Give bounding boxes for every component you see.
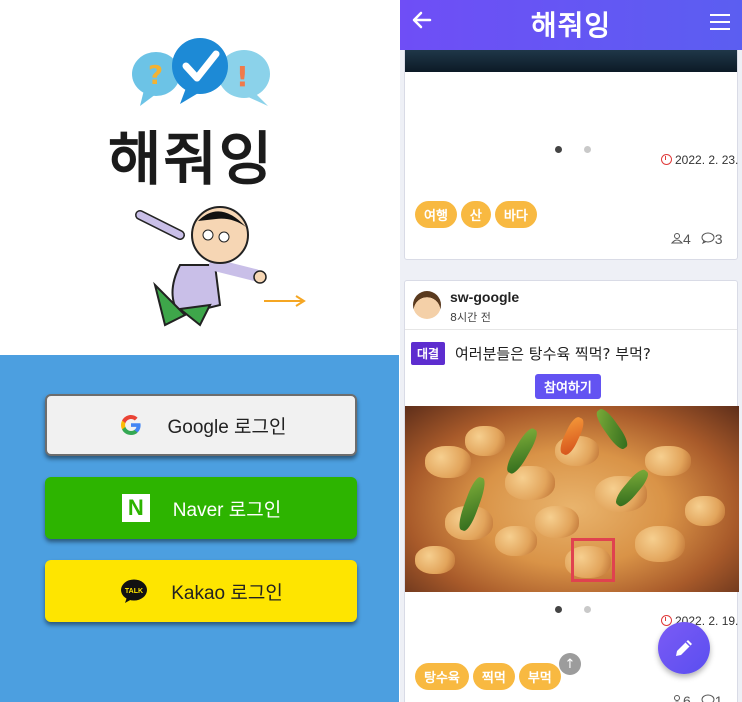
app-title: 해줘잉: [108, 125, 275, 193]
naver-login-label: Naver 로그인: [172, 499, 282, 521]
person-icon: [670, 231, 684, 247]
clock-icon: [661, 154, 672, 165]
speech-bubbles-logo: ? !: [132, 38, 270, 106]
divider: [405, 329, 737, 330]
post-stats: 6 1: [671, 693, 722, 702]
comment-count: 1: [714, 693, 723, 702]
post-card[interactable]: 2022. 2. 23. 여행 산 바다 4 3: [404, 20, 738, 260]
join-button[interactable]: 참여하기: [535, 374, 601, 399]
tag-chip[interactable]: 찍먹: [472, 663, 515, 690]
google-logo-icon: [116, 410, 146, 440]
comment-count: 3: [714, 231, 723, 247]
logo-area: ? ! 해줘잉: [0, 0, 399, 355]
vs-badge: 대결: [411, 342, 446, 365]
carousel-dot-active[interactable]: [555, 146, 562, 153]
comment-icon: [701, 693, 715, 702]
tag-list: 탕수육 찍먹 부먹: [415, 663, 565, 690]
tag-chip[interactable]: 바다: [494, 201, 537, 228]
carousel-dot[interactable]: [584, 606, 591, 613]
post-title: 여러분들은 탕수육 찍먹? 부먹?: [455, 345, 651, 363]
question-mark: ?: [148, 61, 163, 91]
exclamation-mark: !: [236, 60, 249, 93]
falling-character-illustration: [135, 206, 306, 327]
hamburger-menu-icon[interactable]: [710, 14, 730, 35]
highlight-box: [571, 538, 615, 582]
carousel-dots: [555, 146, 591, 153]
post-stats: 4 3: [670, 231, 723, 247]
kakao-talk-text: TALK: [125, 588, 143, 595]
like-count: 4: [683, 231, 691, 247]
naver-n-icon: N: [121, 493, 151, 523]
post-username[interactable]: sw-google: [450, 289, 519, 305]
naver-login-button[interactable]: N Naver 로그인: [45, 477, 357, 539]
naver-n-glyph: N: [121, 494, 150, 522]
like-count: 6: [683, 693, 691, 702]
tag-chip[interactable]: 산: [460, 201, 491, 228]
login-screen: ? ! 해줘잉 Google 로그인 N Naver 로그인 TALK Kaka…: [0, 0, 399, 702]
kakao-login-button[interactable]: TALK Kakao 로그인: [45, 560, 357, 622]
post-image-sweet-sour-pork[interactable]: [405, 406, 739, 592]
kakao-login-label: Kakao 로그인: [171, 582, 283, 604]
screen-root: ? ! 해줘잉 Google 로그인 N Naver 로그인 TALK Kaka…: [0, 0, 742, 702]
top-app-bar: 해줘잉: [400, 0, 742, 50]
comment-icon: [701, 231, 715, 247]
tag-chip[interactable]: 여행: [415, 201, 457, 228]
post-date-row: 2022. 2. 23.: [661, 153, 738, 167]
pencil-icon[interactable]: [658, 622, 710, 674]
post-time-ago: 8시간 전: [450, 311, 491, 324]
google-login-button[interactable]: Google 로그인: [45, 394, 357, 456]
carousel-dot-active[interactable]: [555, 606, 562, 613]
topbar-title: 해줘잉: [530, 9, 612, 42]
google-login-label: Google 로그인: [167, 416, 287, 438]
tag-chip[interactable]: 부먹: [518, 663, 561, 690]
user-avatar[interactable]: [413, 291, 441, 319]
tag-list: 여행 산 바다: [415, 201, 541, 228]
post-date: 2022. 2. 23.: [675, 153, 739, 167]
kakao-talk-icon: TALK: [119, 576, 149, 606]
tag-chip[interactable]: 탕수육: [415, 663, 469, 690]
feed-screen: 해줘잉 2022. 2. 23. 여행 산 바다 4 3 sw-google 8…: [400, 0, 742, 702]
carousel-dot[interactable]: [584, 146, 591, 153]
carousel-dots: [555, 606, 591, 613]
person-icon: [671, 693, 683, 702]
arrow-up-icon[interactable]: ↑: [559, 653, 581, 675]
